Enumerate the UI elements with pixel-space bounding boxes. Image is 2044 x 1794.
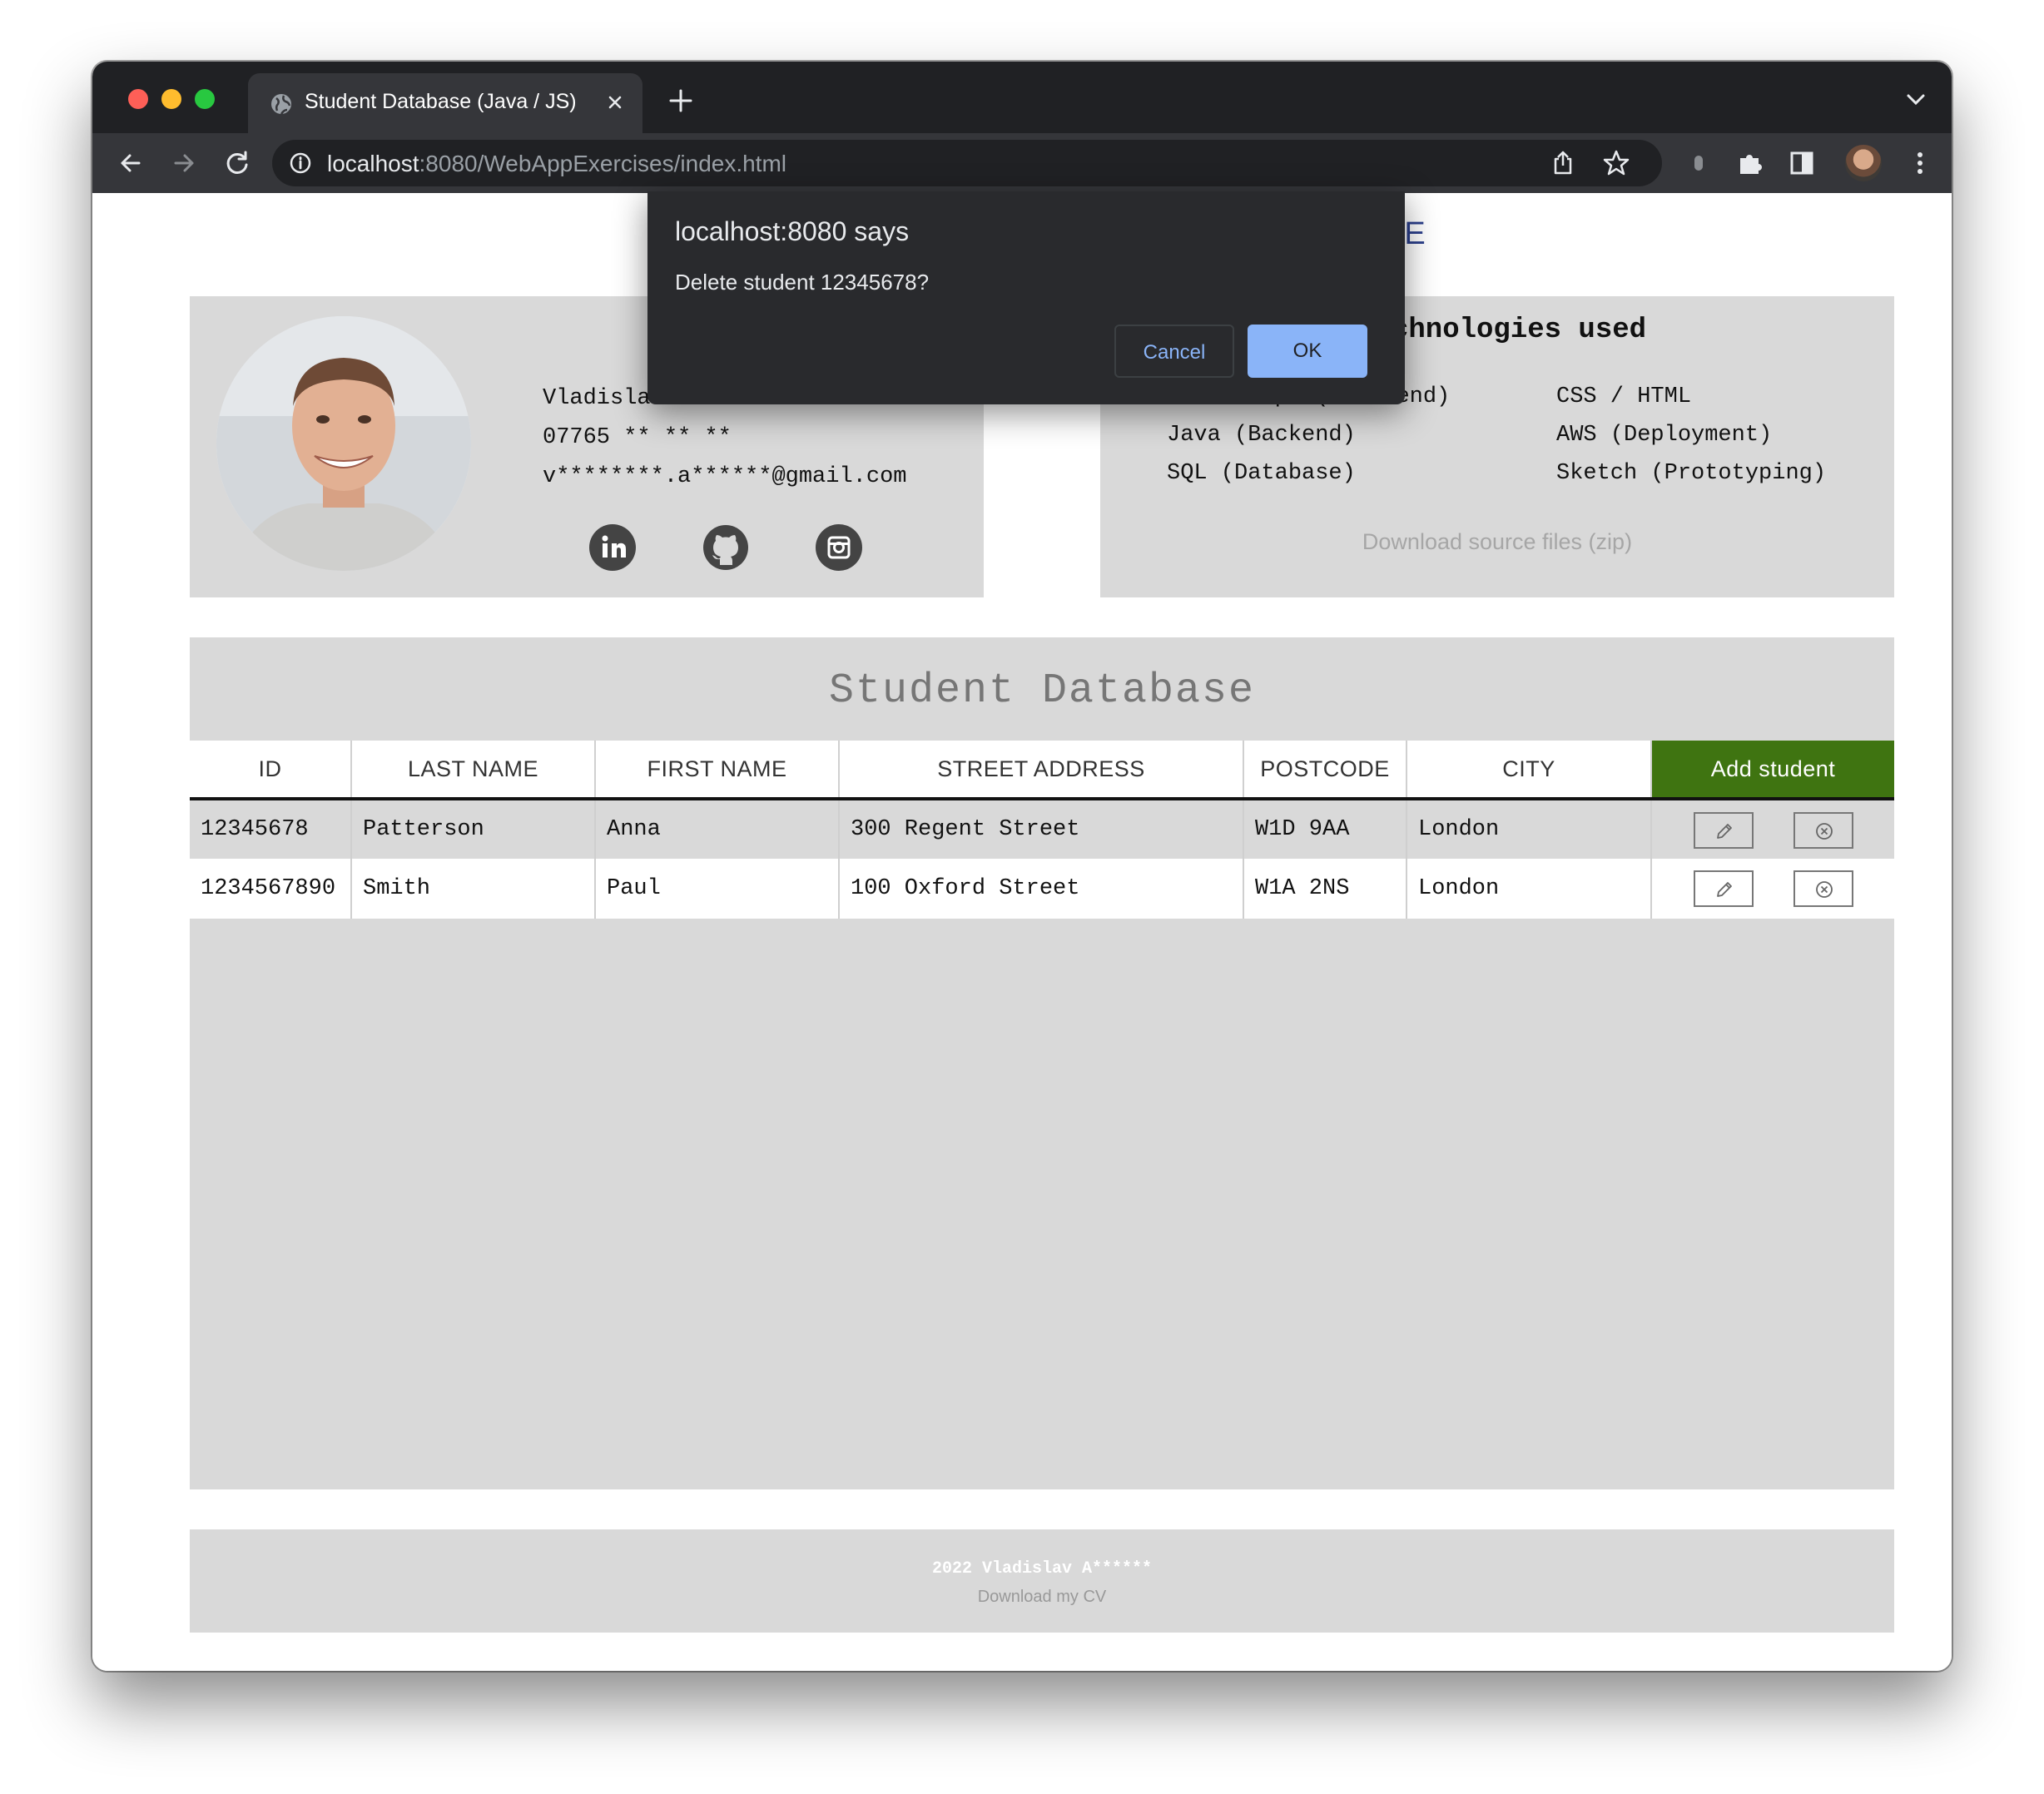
cell-postcode: W1D 9AA [1243,799,1407,859]
contact-phone: 07765 ** ** ** [543,425,732,450]
github-icon[interactable] [702,524,749,571]
cell-city: London [1406,859,1652,919]
pencil-icon [1717,882,1732,897]
globe-icon [271,94,291,115]
cell-postcode: W1A 2NS [1243,859,1407,919]
contact-email: v********.a******@gmail.com [543,464,907,489]
cell-first-name: Anna [595,799,840,859]
minimize-window-button[interactable] [161,89,181,109]
browser-window: Student Database (Java / JS) localhost:8… [92,62,1952,1671]
back-arrow-icon[interactable] [116,148,146,178]
confirm-dialog: localhost:8080 says Delete student 12345… [647,191,1405,404]
pencil-icon [1717,824,1732,839]
column-header-city: CITY [1406,741,1652,800]
new-tab-icon[interactable] [667,87,695,115]
tab-strip: Student Database (Java / JS) [92,62,1952,133]
extension-icon[interactable] [1684,148,1714,178]
add-student-button[interactable]: Add student [1651,741,1894,800]
column-header-id: ID [190,741,352,800]
tab-student-database[interactable]: Student Database (Java / JS) [248,73,642,133]
edit-button[interactable] [1694,870,1754,907]
profile-avatar[interactable] [1845,145,1882,181]
puzzle-icon[interactable] [1735,148,1765,178]
tech-item: Sketch (Prototyping) [1556,461,1827,486]
dialog-title: localhost:8080 says [675,216,910,246]
tech-item: SQL (Database) [1167,461,1356,486]
address-bar[interactable]: localhost:8080/WebAppExercises/index.htm… [272,140,1662,186]
download-source-link[interactable]: Download source files (zip) [1100,529,1894,555]
column-header-postcode: POSTCODE [1243,741,1407,800]
row-actions [1651,799,1894,859]
linkedin-icon[interactable] [589,524,636,571]
tab-title: Student Database (Java / JS) [305,90,577,113]
chevron-down-icon[interactable] [1905,92,1927,108]
column-header-first-name: FIRST NAME [595,741,840,800]
more-menu-icon[interactable] [1905,148,1935,178]
download-cv-link[interactable]: Download my CV [190,1588,1894,1607]
share-icon[interactable] [1550,150,1575,176]
url-text[interactable]: localhost:8080/WebAppExercises/index.htm… [327,151,786,177]
table-row: 12345678 Patterson Anna 300 Regent Stree… [190,799,1894,859]
close-tab-icon[interactable] [603,90,628,115]
info-icon[interactable] [289,151,312,175]
column-header-street-address: STREET ADDRESS [839,741,1244,800]
cell-street-address: 300 Regent Street [839,799,1244,859]
delete-button[interactable] [1793,812,1853,849]
page-footer: 2022 Vladislav A****** Download my CV [190,1529,1894,1633]
technologies-title: chnologies used [1392,315,1647,346]
cell-city: London [1406,799,1652,859]
bookmark-star-icon[interactable] [1602,149,1630,177]
cell-first-name: Paul [595,859,840,919]
student-table: ID LAST NAME FIRST NAME STREET ADDRESS P… [190,741,1894,919]
close-circle-icon [1816,881,1833,898]
reload-icon[interactable] [222,148,252,178]
forward-arrow-icon[interactable] [169,148,199,178]
cell-last-name: Patterson [351,799,596,859]
tech-item: AWS (Deployment) [1556,423,1773,448]
footer-copyright: 2022 Vladislav A****** [931,1559,1153,1578]
cell-id: 1234567890 [190,859,352,919]
close-circle-icon [1816,823,1833,840]
cell-last-name: Smith [351,859,596,919]
browser-toolbar: localhost:8080/WebAppExercises/index.htm… [92,133,1952,193]
page-content: SE Vladislav A 07765 ** ** ** [92,193,1952,1671]
tech-item: CSS / HTML [1556,384,1692,409]
table-header-row: ID LAST NAME FIRST NAME STREET ADDRESS P… [190,741,1894,800]
ok-button[interactable]: OK [1248,325,1367,378]
side-panel-icon[interactable] [1787,148,1817,178]
cell-id: 12345678 [190,799,352,859]
database-title: Student Database [828,667,1256,715]
student-database-panel: Student Database ID LAST NAME FIRST NAME… [190,637,1894,1489]
cell-street-address: 100 Oxford Street [839,859,1244,919]
maximize-window-button[interactable] [195,89,215,109]
profile-photo [216,316,471,571]
edit-button[interactable] [1694,812,1754,849]
cancel-button[interactable]: Cancel [1114,325,1234,378]
row-actions [1651,859,1894,919]
dialog-message: Delete student 12345678? [675,270,930,295]
close-window-button[interactable] [128,89,148,109]
delete-button[interactable] [1793,870,1853,907]
instagram-icon[interactable] [816,524,862,571]
table-row: 1234567890 Smith Paul 100 Oxford Street … [190,859,1894,919]
tech-item: Java (Backend) [1167,423,1356,448]
column-header-last-name: LAST NAME [351,741,596,800]
